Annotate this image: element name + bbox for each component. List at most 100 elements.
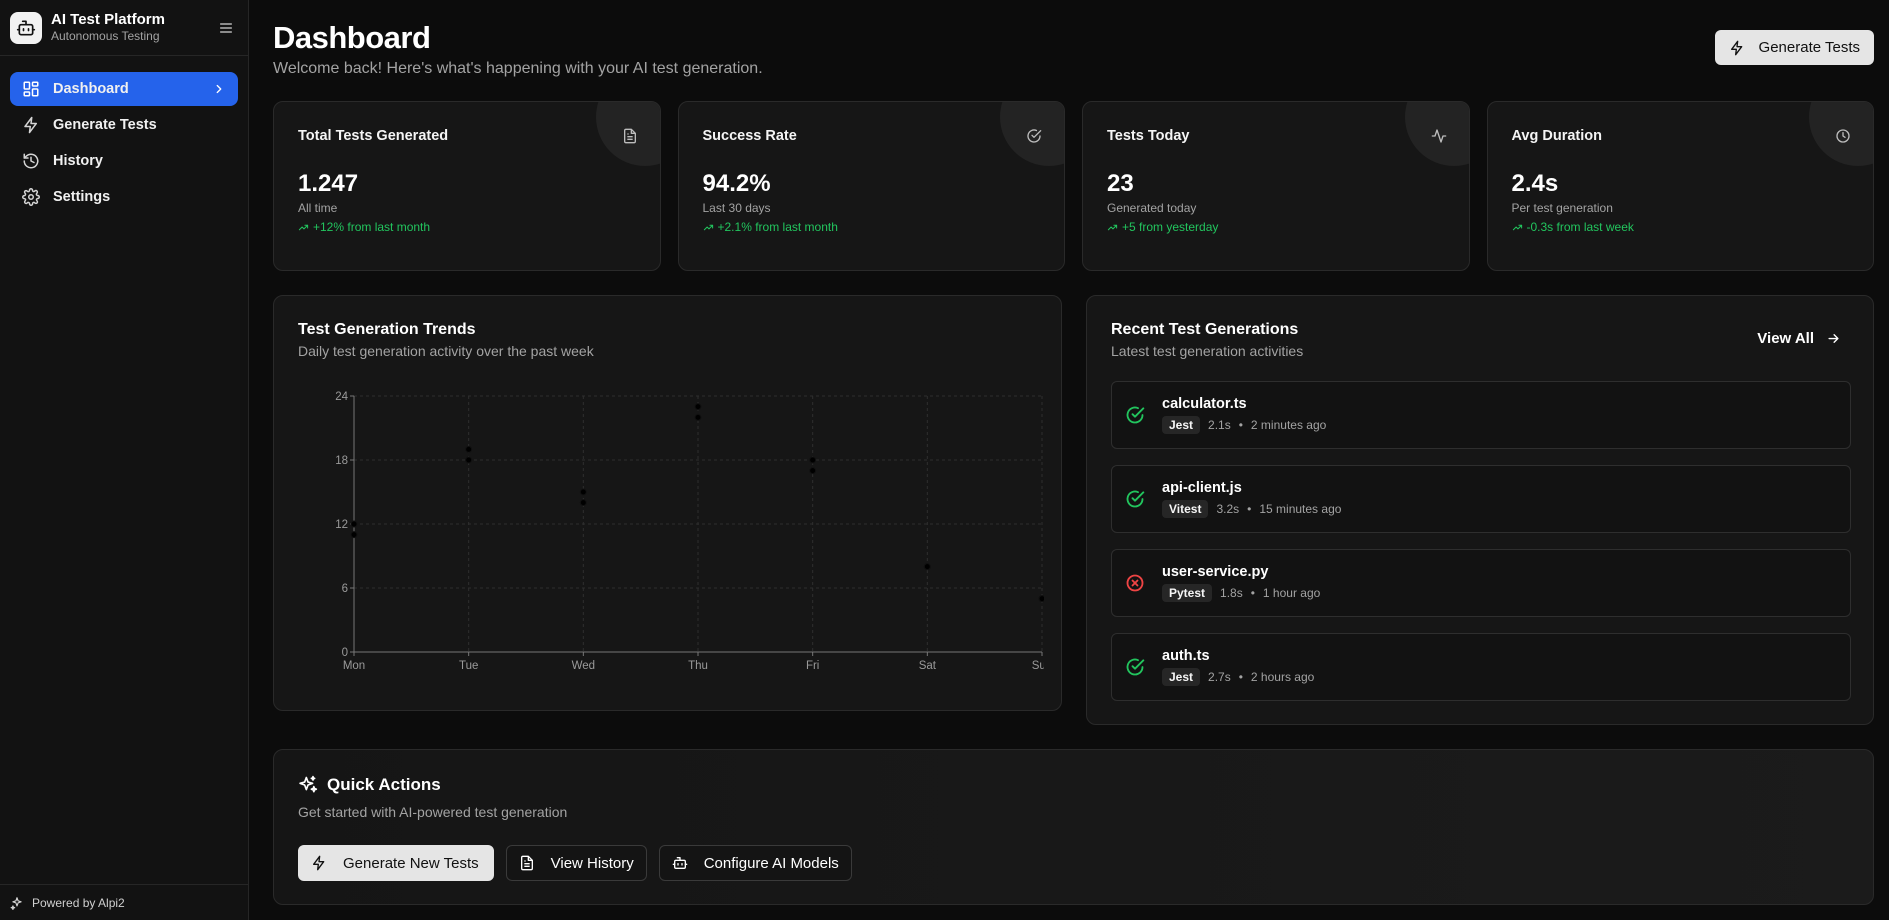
quick-actions-subtitle: Get started with AI-powered test generat… (298, 804, 568, 820)
brand-subtitle: Autonomous Testing (51, 29, 160, 43)
y-tick-label: 12 (335, 519, 348, 531)
list-item[interactable]: calculator.ts Jest 2.1s • 2 minutes ago (1111, 381, 1851, 449)
trends-subtitle: Daily test generation activity over the … (298, 343, 594, 359)
page-header: Dashboard Welcome back! Here's what's ha… (273, 20, 763, 78)
generate-tests-button-label: Generate Tests (1758, 39, 1860, 56)
stat-value: 1.247 (298, 170, 359, 197)
sparkle-icon (10, 896, 32, 910)
sparkles-icon (298, 775, 318, 795)
file-name: calculator.ts (1162, 396, 1247, 412)
separator-dot: • (1238, 670, 1243, 684)
page-title: Dashboard (273, 20, 431, 55)
page-subtitle: Welcome back! Here's what's happening wi… (273, 60, 763, 77)
stat-subtitle: All time (298, 201, 338, 215)
duration: 3.2s (1216, 502, 1240, 516)
data-point (694, 413, 702, 421)
stat-card-avg-duration: Avg Duration 2.4s Per test generation -0… (1486, 101, 1874, 271)
trends-panel: Test Generation Trends Daily test genera… (273, 295, 1062, 711)
data-point (694, 403, 702, 411)
stats-row: Total Tests Generated 1.247 All time +12… (273, 101, 1874, 271)
sidebar-item-label: Dashboard (53, 81, 129, 97)
generate-tests-button[interactable]: Generate Tests (1714, 30, 1874, 65)
document-icon (519, 855, 535, 871)
trending-up-icon (298, 222, 309, 233)
stat-card-tests-today: Tests Today 23 Generated today +5 from y… (1082, 101, 1470, 271)
data-point (465, 456, 473, 464)
stat-subtitle: Per test generation (1511, 201, 1613, 215)
bolt-icon (311, 855, 327, 871)
error-x-circle-icon (1125, 573, 1145, 593)
gear-icon (22, 188, 40, 206)
data-point (350, 520, 358, 528)
robot-icon (672, 855, 688, 871)
stat-card-success-rate: Success Rate 94.2% Last 30 days +2.1% fr… (677, 101, 1065, 271)
stat-subtitle: Generated today (1107, 201, 1197, 215)
trending-up-icon (1107, 222, 1118, 233)
stat-value: 2.4s (1511, 170, 1559, 197)
view-all-button[interactable]: View All (1757, 330, 1841, 347)
list-item[interactable]: auth.ts Jest 2.7s • 2 hours ago (1111, 633, 1851, 701)
view-history-button[interactable]: View History (505, 845, 647, 881)
list-item[interactable]: user-service.py Pytest 1.8s • 1 hour ago (1111, 549, 1851, 617)
data-point (350, 531, 358, 539)
stat-value: 94.2% (702, 170, 771, 197)
sidebar-nav: Dashboard Generate Tests History Setting… (0, 56, 248, 214)
button-label: Generate New Tests (343, 854, 479, 872)
timestamp: 2 minutes ago (1250, 418, 1327, 432)
framework-badge: Vitest (1162, 500, 1209, 518)
data-point (465, 445, 473, 453)
data-point (809, 467, 817, 475)
sidebar-item-settings[interactable]: Settings (10, 180, 238, 214)
y-tick-label: 6 (342, 583, 348, 595)
data-point (1038, 595, 1044, 603)
quick-actions-row: Generate New Tests View History Configur… (298, 845, 852, 881)
x-tick-label: Wed (572, 660, 595, 672)
stat-change-text: +12% from last month (313, 220, 431, 234)
stat-change-text: +5 from yesterday (1122, 220, 1219, 234)
timestamp: 15 minutes ago (1259, 502, 1342, 516)
trending-up-icon (703, 222, 714, 233)
footer-label: Powered by Alpi2 (32, 895, 125, 910)
stat-title: Tests Today (1107, 128, 1190, 144)
framework-badge: Pytest (1162, 584, 1213, 602)
chevron-right-icon (212, 82, 226, 96)
quick-actions-panel: Quick Actions Get started with AI-powere… (273, 749, 1874, 905)
stat-title: Avg Duration (1511, 128, 1603, 144)
timestamp: 2 hours ago (1250, 670, 1315, 684)
data-point (923, 563, 931, 571)
recent-panel: Recent Test Generations Latest test gene… (1086, 295, 1874, 725)
x-tick-label: Thu (688, 660, 708, 672)
history-icon (22, 152, 40, 170)
trend-chart: 0 6 12 18 24 Mon Tue Wed Thu Fri Sat Sun (335, 391, 1044, 672)
duration: 1.8s (1220, 586, 1243, 600)
sidebar-item-label: History (53, 153, 103, 169)
framework-badge: Jest (1162, 668, 1201, 686)
sidebar-item-generate-tests[interactable]: Generate Tests (10, 108, 238, 142)
stat-title: Success Rate (702, 128, 797, 144)
success-check-icon (1125, 489, 1145, 509)
sidebar-item-dashboard[interactable]: Dashboard (10, 72, 238, 106)
sidebar-footer: Powered by Alpi2 (0, 884, 249, 920)
configure-ai-models-button[interactable]: Configure AI Models (658, 845, 852, 881)
sidebar-item-history[interactable]: History (10, 144, 238, 178)
stat-change: +12% from last month (298, 220, 636, 234)
recent-list: calculator.ts Jest 2.1s • 2 minutes ago … (1111, 381, 1851, 717)
separator-dot: • (1247, 502, 1252, 516)
separator-dot: • (1250, 586, 1255, 600)
bolt-icon (22, 116, 40, 134)
x-tick-label: Sat (919, 660, 937, 672)
stat-change: +5 from yesterday (1107, 220, 1445, 234)
framework-badge: Jest (1162, 416, 1201, 434)
generate-new-tests-button[interactable]: Generate New Tests (298, 845, 494, 881)
x-tick-label: Sun (1032, 660, 1044, 672)
menu-icon[interactable] (214, 16, 238, 40)
stat-change-text: -0.3s from last week (1526, 220, 1634, 234)
duration: 2.7s (1208, 670, 1231, 684)
view-all-label: View All (1757, 330, 1814, 347)
trending-up-icon (1512, 222, 1523, 233)
x-tick-label: Tue (459, 660, 478, 672)
stat-value: 23 (1107, 170, 1134, 197)
list-item[interactable]: api-client.js Vitest 3.2s • 15 minutes a… (1111, 465, 1851, 533)
brand-title: AI Test Platform (51, 11, 165, 28)
arrow-right-icon (1826, 331, 1841, 346)
